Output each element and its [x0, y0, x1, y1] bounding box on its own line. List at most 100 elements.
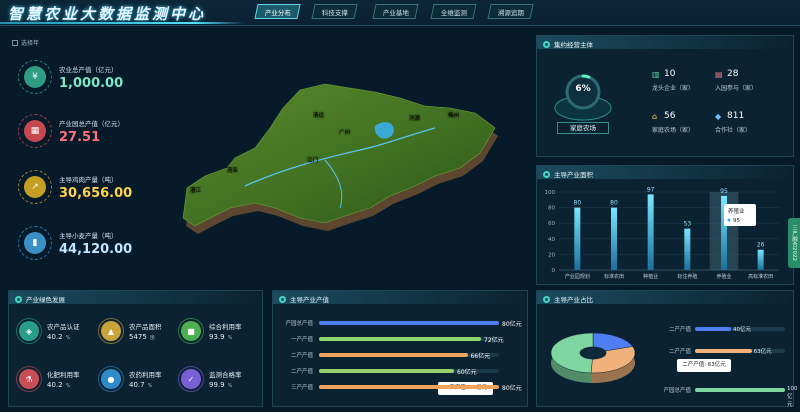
tab-tech-support[interactable]: 科技支撑 [311, 4, 358, 19]
tab-industry-base[interactable]: 产业基地 [372, 4, 419, 19]
indicator-value: 5475 亩 [129, 333, 155, 341]
indicator-value: 99.9% [209, 381, 233, 389]
panel-operating-entities: 集约经营主体 6% 家庭农场 ▥ 10 龙头企业（家） ▤ 28 入园参与（家） ⌂ 56 家庭… [536, 35, 794, 157]
farm-icon: ⌂ [652, 112, 658, 121]
share-bar[interactable] [695, 349, 752, 353]
year-filter[interactable]: 选择年 [12, 38, 39, 47]
city-label[interactable]: 湛江 [190, 187, 202, 194]
title-dot-icon [15, 295, 22, 303]
output-bar[interactable] [319, 321, 499, 325]
bar-value-label: 53 [684, 221, 692, 228]
y-tick-label: 100 [545, 190, 556, 196]
area-bar [647, 194, 654, 270]
indicator-value: 40.2% [47, 333, 71, 341]
indicator-label: 综合利用率 [209, 323, 242, 331]
output-bar[interactable] [319, 353, 468, 357]
svg-text:养殖业: 养殖业 [728, 207, 745, 215]
panel-title: 产业绿色发展 [15, 294, 65, 304]
indicator-label: 监测合格率 [209, 371, 242, 379]
area-bar-chart[interactable]: 02040608010080产业园规划80标准农田97种植业53标注养殖95养殖… [537, 180, 795, 286]
stat-value: 1,000.00 [59, 76, 124, 91]
gauge-label: 家庭农场 [557, 122, 609, 134]
bar-icon: ▮ [24, 232, 46, 254]
output-bar-value: 60亿元 [457, 369, 477, 376]
indicator-value: 40.7% [129, 381, 153, 389]
bar-value-label: 97 [647, 186, 655, 193]
pie-hole [579, 346, 607, 360]
output-bar-value: 80亿元 [502, 385, 522, 392]
stat-label: 主导小麦产量（吨） [59, 232, 118, 240]
share-pie-chart[interactable] [543, 321, 653, 401]
y-tick-label: 80 [548, 206, 555, 212]
indicator-unit: % [65, 383, 71, 389]
panel-industry-output: 主导产业产值 二产产值: 80亿元 产园总产值80亿元一产产值72亿元二产产值6… [272, 290, 528, 407]
output-bar[interactable] [319, 369, 454, 373]
area-icon: ▲ [101, 321, 121, 341]
city-label[interactable]: 江门 [307, 156, 318, 164]
city-label[interactable]: 广州 [339, 128, 350, 136]
panel-title: 集约经营主体 [543, 39, 593, 49]
indicator-label: 农药利用率 [129, 371, 162, 379]
output-category-label: 产园总产值 [285, 321, 313, 327]
share-bar[interactable] [695, 327, 731, 331]
stat-label: 主导鸡肉产量（吨） [59, 176, 118, 184]
indicator-unit: % [227, 383, 233, 389]
shield-icon: ◈ [19, 321, 39, 341]
flask-icon: ⚗ [19, 369, 39, 389]
output-bar[interactable] [319, 385, 499, 389]
entity-value: 56 [664, 111, 676, 121]
check-icon: ✓ [181, 369, 201, 389]
page-title: 智慧农业大数据监测中心 [8, 5, 207, 23]
share-bar-value: 40亿元 [733, 327, 751, 333]
city-label[interactable]: 梅州 [448, 111, 459, 119]
entity-value: 28 [727, 69, 739, 79]
city-label[interactable]: 茂名 [227, 166, 238, 174]
indicator-unit: 亩 [149, 335, 155, 341]
city-label[interactable]: 河源 [409, 114, 421, 122]
share-category-label: 产园总产值 [663, 388, 691, 394]
title-dot-icon [543, 170, 550, 178]
title-dot-icon [543, 295, 550, 303]
drop-icon: ● [101, 369, 121, 389]
share-category-label: 二产产值 [668, 327, 691, 333]
x-tick-label: 标注养殖 [677, 273, 697, 280]
cube-icon: ■ [181, 321, 201, 341]
panel-title: 主导产业面积 [543, 169, 593, 179]
indicator-value: 40.2% [47, 381, 71, 389]
output-bar[interactable] [319, 337, 481, 341]
entity-label: 龙头企业（家） [652, 85, 695, 92]
tab-traceability[interactable]: 溯源追期 [487, 4, 534, 19]
panel-green-development: 产业绿色发展 ◈ 农产品认证 40.2% ▲ 农产品面积 5475 亩 ■ 综合利用率 93.9%… [8, 290, 263, 407]
tab-monitoring[interactable]: 全维监测 [430, 4, 477, 19]
stat-value: 27.51 [59, 130, 101, 145]
stat-value: 30,656.00 [59, 186, 133, 201]
tab-industry-distribution[interactable]: 产业分布 [254, 4, 301, 19]
entity-value: 10 [664, 69, 676, 79]
entity-value: 811 [727, 111, 745, 121]
output-category-label: 二产产值 [290, 369, 313, 375]
stat-label: 农业总产值（亿元） [59, 66, 118, 74]
panel-title: 主导产业产值 [279, 294, 329, 304]
trend-icon: ↗ [24, 176, 46, 198]
area-bar [611, 207, 617, 270]
bar-value-label: 80 [610, 200, 618, 207]
share-bar[interactable] [695, 388, 785, 392]
x-tick-label: 养殖业 [716, 273, 731, 280]
y-tick-label: 20 [548, 252, 555, 258]
x-tick-label: 种植业 [643, 273, 658, 280]
area-tooltip: 养殖业 95 [724, 204, 756, 226]
bar-value-label: 80 [574, 200, 582, 207]
area-bar [757, 249, 764, 270]
map-view[interactable]: 清远 河源 梅州 广州 江门 茂名 湛江 [175, 68, 520, 240]
side-tab-integration[interactable]: 三产融合2022 [788, 218, 800, 268]
y-tick-label: 60 [548, 221, 555, 227]
output-category-label: 三产产值 [290, 385, 313, 391]
city-label[interactable]: 清远 [313, 111, 325, 119]
output-bar-value: 72亿元 [484, 337, 504, 344]
stat-value: 44,120.00 [59, 242, 133, 257]
coop-icon: ◆ [715, 112, 722, 121]
panel-title: 主导产业占比 [543, 294, 593, 304]
title-dot-icon [279, 295, 286, 303]
bar-value-label: 95 [720, 188, 728, 195]
family-farm-gauge [554, 74, 612, 121]
